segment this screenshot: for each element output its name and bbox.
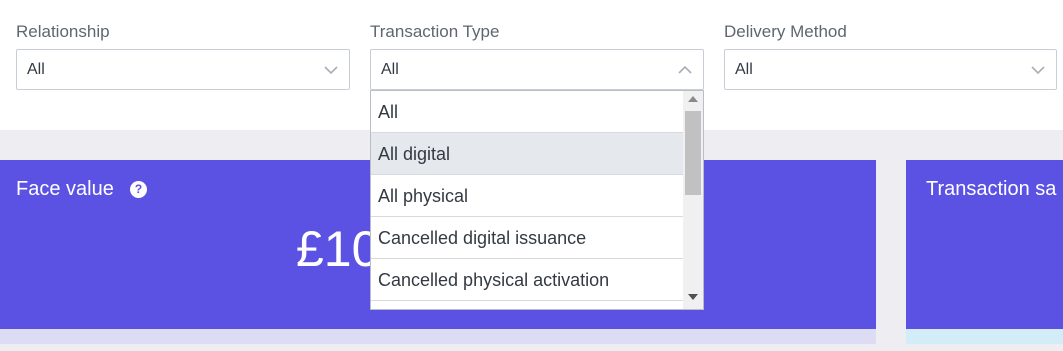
chevron-down-icon [1031, 66, 1045, 75]
relationship-value: All [27, 61, 45, 78]
option-cancelled-digital-issuance[interactable]: Cancelled digital issuance [371, 217, 683, 259]
scroll-down-arrow-icon[interactable] [688, 294, 698, 300]
transaction-sales-title: Transaction sa [926, 178, 1057, 200]
chevron-up-icon [678, 65, 692, 74]
delivery-method-label: Delivery Method [724, 22, 847, 41]
scroll-up-arrow-icon[interactable] [688, 96, 698, 102]
option-cancelled-physical-activation[interactable]: Cancelled physical activation [371, 259, 683, 301]
transaction-type-select[interactable]: All [370, 49, 704, 90]
face-value-amount: £10 [296, 221, 380, 277]
face-value-title: Face value [16, 178, 114, 200]
delivery-method-value: All [735, 61, 753, 78]
option-all[interactable]: All [371, 91, 683, 133]
transaction-type-label: Transaction Type [370, 22, 500, 41]
transaction-type-dropdown-list: All All digital All physical Cancelled d… [370, 90, 704, 310]
delivery-method-select[interactable]: All [724, 49, 1057, 90]
face-value-card-footer [0, 329, 876, 344]
option-all-physical[interactable]: All physical [371, 175, 683, 217]
chevron-down-icon [324, 66, 338, 75]
transaction-sales-card-footer [906, 329, 1063, 344]
scrollbar-thumb[interactable] [685, 111, 701, 195]
transaction-type-value: All [381, 61, 399, 78]
question-circle-icon[interactable]: ? [130, 181, 147, 198]
relationship-label: Relationship [16, 22, 110, 41]
option-all-digital[interactable]: All digital [371, 133, 683, 175]
dropdown-scrollbar[interactable] [683, 91, 703, 309]
relationship-select[interactable]: All [16, 49, 350, 90]
